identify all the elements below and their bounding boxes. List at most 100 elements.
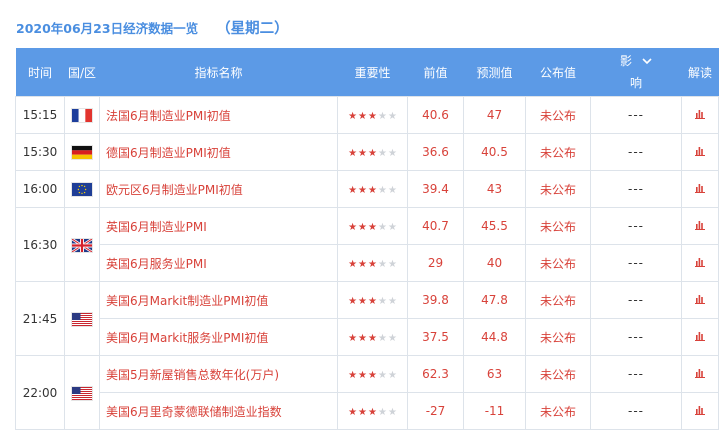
indicator-name[interactable]: 英国6月服务业PMI xyxy=(99,244,338,282)
col-header-analysis: 解读 xyxy=(681,48,719,97)
forecast-value: 40.5 xyxy=(463,133,526,171)
col-header-importance: 重要性 xyxy=(337,48,408,97)
star-icon: ★ xyxy=(377,259,387,270)
impact-value: --- xyxy=(590,392,682,430)
forecast-value: 47.8 xyxy=(463,281,526,319)
region-cell xyxy=(64,355,100,430)
bar-chart-icon[interactable] xyxy=(695,108,705,122)
importance-rating: ★ ★ ★ ★ ★ xyxy=(337,133,408,171)
table-row: 美国6月Markit服务业PMI初值 ★ ★ ★ ★ ★ 37.5 44.8 未公布 --- xyxy=(16,318,719,356)
star-icon: ★ xyxy=(377,185,387,196)
previous-value: 36.6 xyxy=(407,133,464,171)
chevron-down-icon[interactable] xyxy=(642,57,652,65)
impact-label-2: 响 xyxy=(629,76,642,90)
actual-value: 未公布 xyxy=(525,96,591,134)
indicator-name[interactable]: 英国6月制造业PMI xyxy=(99,207,338,245)
forecast-value: 45.5 xyxy=(463,207,526,245)
indicator-name[interactable]: 美国5月新屋销售总数年化(万户) xyxy=(99,355,338,393)
actual-value: 未公布 xyxy=(525,355,591,393)
analysis-cell[interactable] xyxy=(681,355,719,393)
col-header-actual: 公布值 xyxy=(525,48,591,97)
star-icon: ★ xyxy=(348,333,358,344)
analysis-cell[interactable] xyxy=(681,96,719,134)
analysis-cell[interactable] xyxy=(681,281,719,319)
col-header-region: 国/区 xyxy=(64,48,100,97)
table-header-row: 时间 国/区 指标名称 重要性 前值 预测值 公布值 影 响 解读 xyxy=(15,48,719,97)
previous-value: 40.6 xyxy=(407,96,464,134)
bar-chart-icon[interactable] xyxy=(695,367,705,381)
impact-value: --- xyxy=(590,96,682,134)
bar-chart-icon[interactable] xyxy=(695,404,705,418)
table-row: 22:00 美国5月新屋销售总数年化(万户) ★ ★ ★ ★ ★ 62.3 63 未公布 --- xyxy=(15,355,719,430)
indicator-name[interactable]: 美国6月Markit服务业PMI初值 xyxy=(99,318,338,356)
time-cell: 22:00 xyxy=(15,355,65,430)
analysis-cell[interactable] xyxy=(681,318,719,356)
indicator-name[interactable]: 欧元区6月制造业PMI初值 xyxy=(99,170,338,208)
previous-value: 29 xyxy=(407,244,464,282)
table-row: 16:00 欧元区6月制造业PMI初值 ★ ★ ★ ★ ★ 39.4 43 未公布 --- xyxy=(15,170,719,208)
bar-chart-icon[interactable] xyxy=(695,145,705,159)
star-icon: ★ xyxy=(358,185,368,196)
bar-chart-icon[interactable] xyxy=(695,219,705,233)
col-header-impact[interactable]: 影 响 xyxy=(590,48,682,97)
forecast-value: 43 xyxy=(463,170,526,208)
analysis-cell[interactable] xyxy=(681,244,719,282)
importance-rating: ★ ★ ★ ★ ★ xyxy=(337,355,408,393)
bar-chart-icon[interactable] xyxy=(695,330,705,344)
star-icon: ★ xyxy=(377,407,387,418)
time-cell: 15:15 xyxy=(15,96,65,134)
analysis-cell[interactable] xyxy=(681,392,719,430)
table-row: 英国6月服务业PMI ★ ★ ★ ★ ★ 29 40 未公布 --- xyxy=(16,244,719,282)
us-flag xyxy=(72,386,92,400)
star-icon: ★ xyxy=(387,111,397,122)
indicator-name[interactable]: 德国6月制造业PMI初值 xyxy=(99,133,338,171)
impact-label-1: 影 xyxy=(619,54,632,68)
region-cell xyxy=(64,281,100,356)
analysis-cell[interactable] xyxy=(681,170,719,208)
bar-chart-icon[interactable] xyxy=(695,182,705,196)
indicator-name[interactable]: 法国6月制造业PMI初值 xyxy=(99,96,338,134)
analysis-cell[interactable] xyxy=(681,133,719,171)
table-row: 21:45 美国6月Markit制造业PMI初值 ★ ★ ★ ★ ★ 39.8 47.8 未公布 -… xyxy=(15,281,719,356)
actual-value: 未公布 xyxy=(525,318,591,356)
star-icon: ★ xyxy=(368,222,377,233)
star-icon: ★ xyxy=(368,296,377,307)
star-icon: ★ xyxy=(368,370,377,381)
actual-value: 未公布 xyxy=(525,281,591,319)
time-cell: 15:30 xyxy=(15,133,65,171)
star-icon: ★ xyxy=(368,333,377,344)
france-flag xyxy=(72,109,92,122)
star-icon: ★ xyxy=(387,370,397,381)
star-icon: ★ xyxy=(358,370,368,381)
bar-chart-icon[interactable] xyxy=(695,256,705,270)
actual-value: 未公布 xyxy=(525,244,591,282)
impact-value: --- xyxy=(590,133,682,171)
star-icon: ★ xyxy=(348,148,358,159)
table-row: 16:30 英国6月制造业PMI ★ ★ ★ ★ ★ 40.7 45.5 未公布 --- xyxy=(15,207,719,282)
forecast-value: 40 xyxy=(463,244,526,282)
col-header-forecast: 预测值 xyxy=(463,48,526,97)
star-icon: ★ xyxy=(377,111,387,122)
star-icon: ★ xyxy=(368,148,377,159)
table-row: 15:30 德国6月制造业PMI初值 ★ ★ ★ ★ ★ 36.6 40.5 未公布 --- xyxy=(15,133,719,171)
previous-value: 37.5 xyxy=(407,318,464,356)
previous-value: 40.7 xyxy=(407,207,464,245)
page-title-row: 2020年06月23日经济数据一览 （星期二） xyxy=(16,16,289,38)
star-icon: ★ xyxy=(387,222,397,233)
impact-value: --- xyxy=(590,207,682,245)
bar-chart-icon[interactable] xyxy=(695,293,705,307)
forecast-value: 47 xyxy=(463,96,526,134)
forecast-value: -11 xyxy=(463,392,526,430)
star-icon: ★ xyxy=(368,111,377,122)
star-icon: ★ xyxy=(358,148,368,159)
time-cell: 21:45 xyxy=(15,281,65,356)
star-icon: ★ xyxy=(377,370,387,381)
previous-value: -27 xyxy=(407,392,464,430)
previous-value: 39.8 xyxy=(407,281,464,319)
star-icon: ★ xyxy=(387,333,397,344)
indicator-name[interactable]: 美国6月Markit制造业PMI初值 xyxy=(99,281,338,319)
indicator-name[interactable]: 美国6月里奇蒙德联储制造业指数 xyxy=(99,392,338,430)
star-icon: ★ xyxy=(368,185,377,196)
germany-flag xyxy=(72,146,92,159)
analysis-cell[interactable] xyxy=(681,207,719,245)
